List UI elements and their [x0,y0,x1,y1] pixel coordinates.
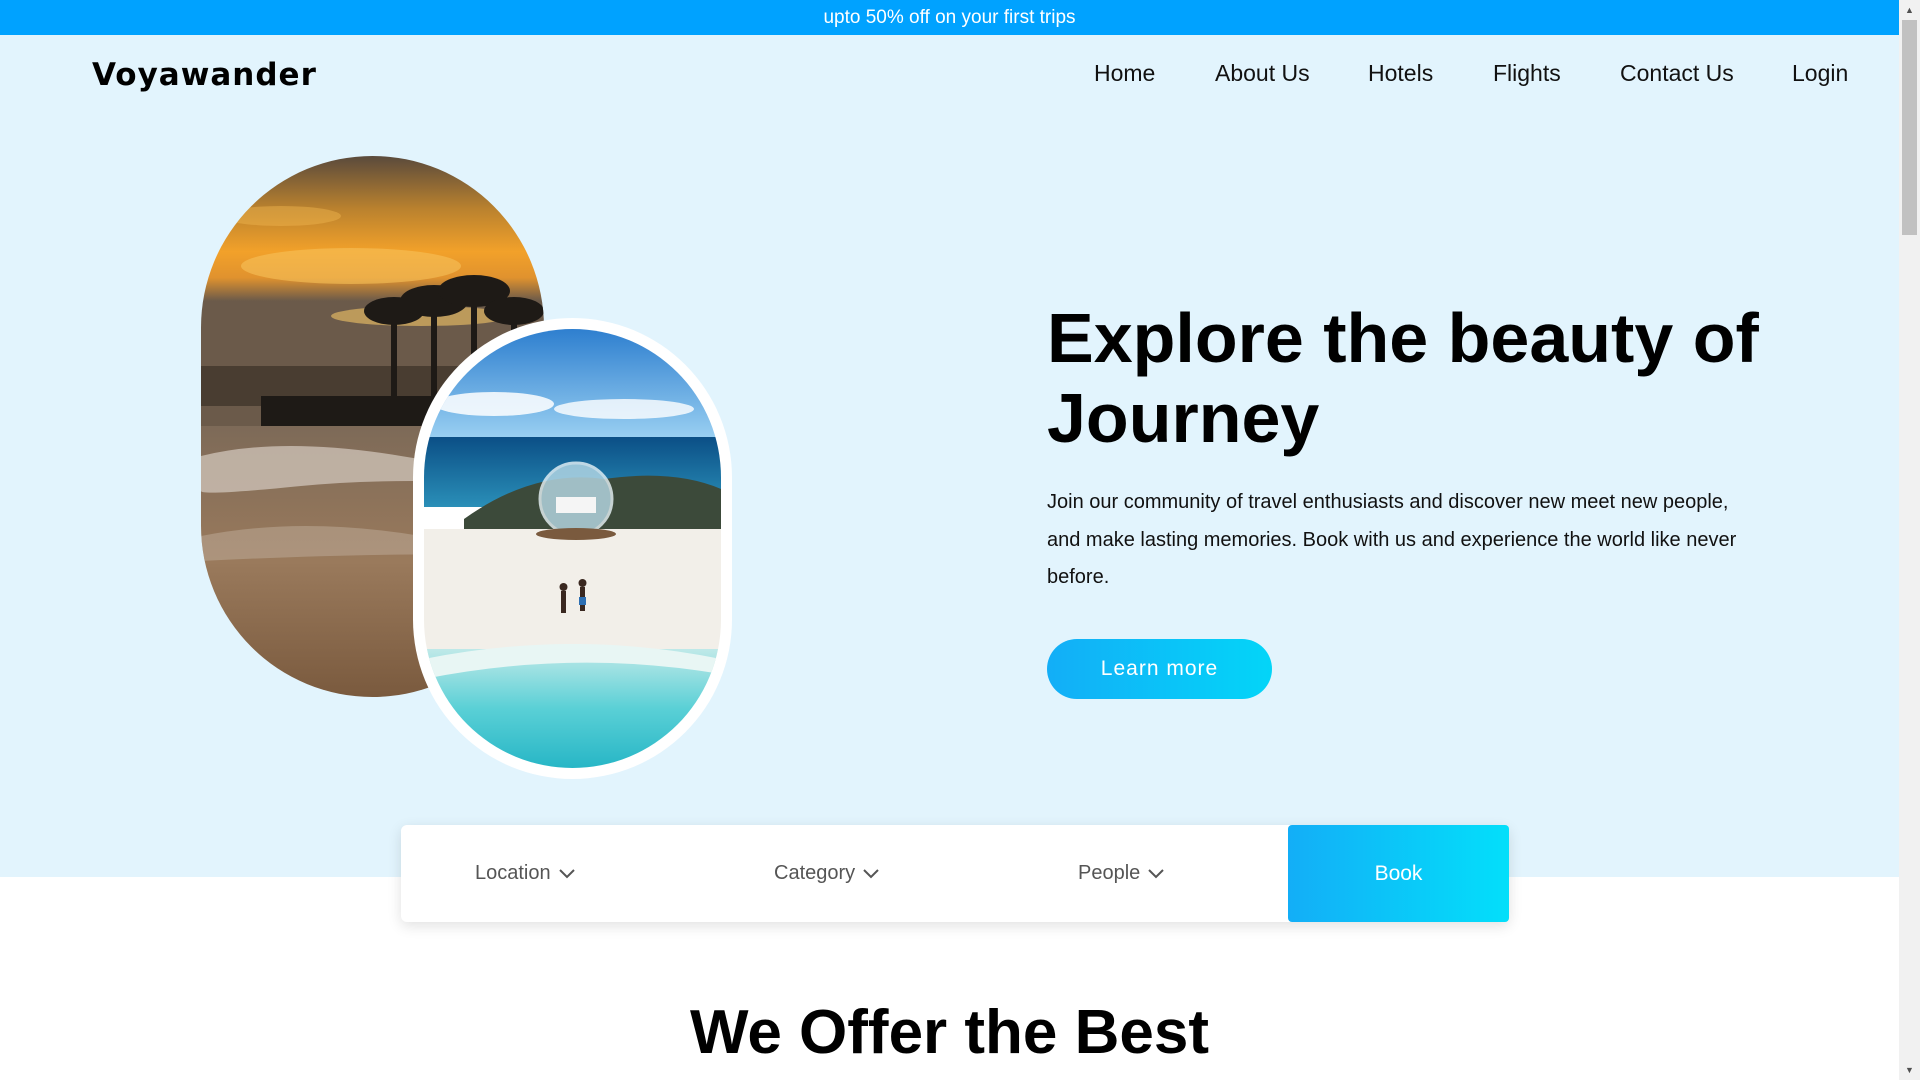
learn-more-button[interactable]: Learn more [1047,639,1272,699]
page-scrollbar[interactable]: ▲ ▼ [1899,0,1920,1080]
offer-section-title: We Offer the Best [689,998,1210,1067]
promo-text: upto 50% off on your first trips [823,6,1076,28]
beach-bubble-image-frame [413,318,732,779]
category-dropdown-label: Category [774,862,856,884]
hero-title: Explore the beauty of Journey [1047,299,1759,457]
promo-banner: upto 50% off on your first trips [0,0,1899,35]
people-dropdown[interactable]: People [1078,825,1164,922]
beach-bubble-image [424,329,721,768]
scroll-up-arrow-icon[interactable]: ▲ [1899,0,1920,20]
hero-description: Join our community of travel enthusiasts… [1047,491,1737,588]
chevron-down-icon [1148,868,1164,878]
nav-home[interactable]: Home [1094,60,1155,87]
nav-hotels[interactable]: Hotels [1368,60,1433,87]
chevron-down-icon [863,868,879,878]
book-button[interactable]: Book [1288,825,1509,922]
people-dropdown-label: People [1078,862,1141,884]
location-dropdown-label: Location [475,862,551,884]
booking-bar: Location Category People Book [401,825,1509,922]
nav-flights[interactable]: Flights [1493,60,1561,87]
nav-about-us[interactable]: About Us [1215,60,1310,87]
scroll-down-arrow-icon[interactable]: ▼ [1899,1060,1920,1080]
scrollbar-thumb[interactable] [1902,20,1917,235]
chevron-down-icon [558,868,575,878]
location-dropdown[interactable]: Location [475,825,575,922]
nav-contact-us[interactable]: Contact Us [1620,60,1734,87]
main-nav: Home About Us Hotels Flights Contact Us … [0,60,1899,92]
nav-login[interactable]: Login [1792,60,1848,87]
category-dropdown[interactable]: Category [774,825,879,922]
